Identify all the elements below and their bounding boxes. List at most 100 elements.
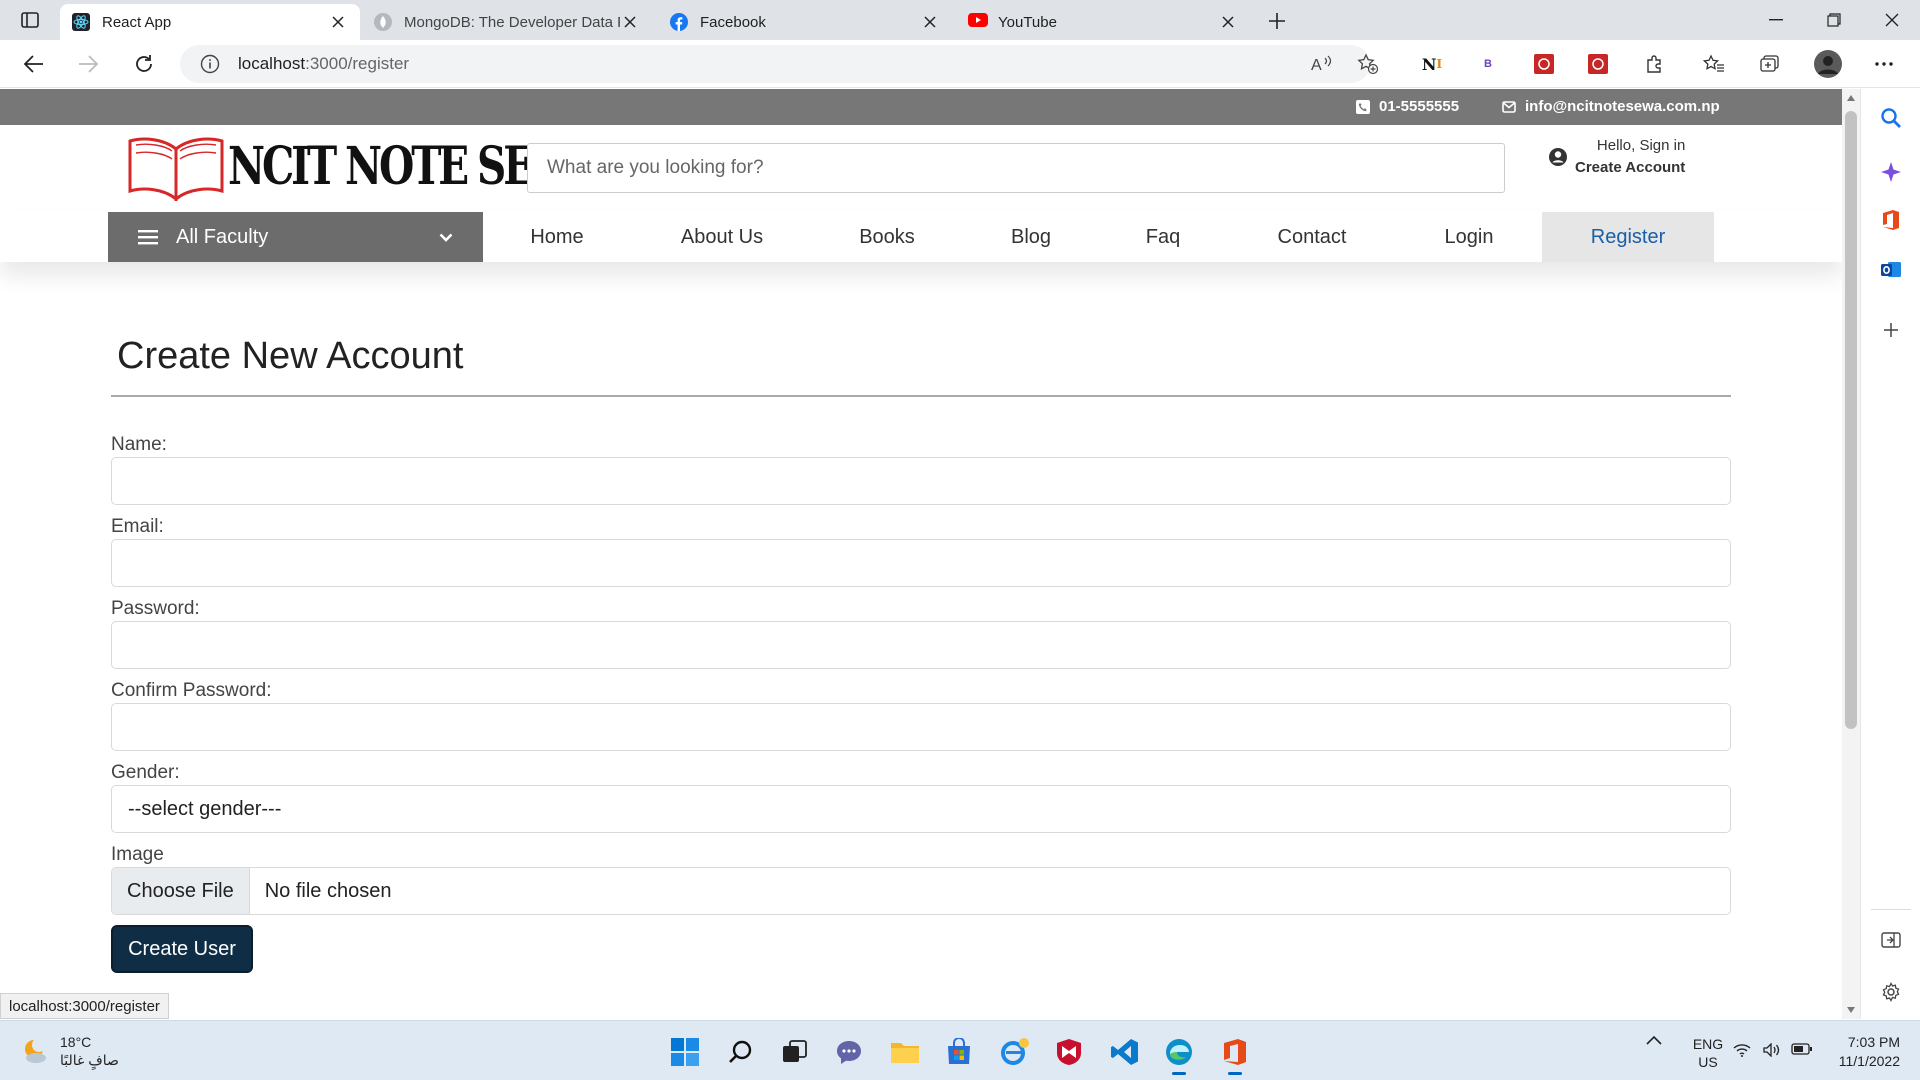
search-icon[interactable]	[1878, 105, 1904, 131]
sidebar-divider	[1871, 909, 1911, 910]
close-tab-icon[interactable]	[620, 12, 640, 32]
tab-react-app[interactable]: React App	[60, 4, 360, 40]
close-tab-icon[interactable]	[1218, 12, 1238, 32]
tab-title: React App	[102, 13, 172, 31]
vertical-scrollbar[interactable]	[1842, 89, 1860, 1019]
nav-login[interactable]: Login	[1418, 212, 1520, 262]
page-title: Create New Account	[117, 335, 464, 377]
read-aloud-icon[interactable]: A	[1310, 52, 1334, 76]
favorites-icon[interactable]	[1702, 52, 1726, 76]
address-bar[interactable]: localhost:3000/register A	[180, 45, 1379, 83]
file-explorer-icon[interactable]	[888, 1035, 922, 1069]
internet-explorer-icon[interactable]	[998, 1035, 1032, 1069]
mongodb-icon	[374, 13, 392, 31]
scroll-down-icon[interactable]	[1846, 1005, 1856, 1015]
region-code: US	[1698, 1054, 1718, 1070]
site-info-icon[interactable]	[200, 54, 224, 74]
taskbar-search-icon[interactable]	[724, 1035, 758, 1069]
nav-contact[interactable]: Contact	[1258, 212, 1366, 262]
profile-avatar[interactable]	[1814, 50, 1842, 78]
name-input[interactable]	[111, 457, 1731, 505]
sidebar-settings-icon[interactable]	[1878, 979, 1904, 1005]
register-form: Create New Account Name: Email: Password…	[111, 327, 1731, 973]
forward-icon[interactable]	[72, 48, 104, 80]
hamburger-icon	[138, 229, 158, 245]
extension-red-2-icon[interactable]	[1586, 52, 1610, 76]
nav-blog[interactable]: Blog	[985, 212, 1077, 262]
gender-label: Gender:	[111, 762, 180, 783]
nav-faq[interactable]: Faq	[1120, 212, 1206, 262]
settings-more-icon[interactable]	[1872, 52, 1896, 76]
contact-topbar: 01-5555555 info@ncitnotesewa.com.np	[0, 89, 1842, 125]
image-file-input[interactable]: Choose File No file chosen	[111, 867, 1731, 915]
nav-register[interactable]: Register	[1542, 212, 1714, 262]
teams-chat-icon[interactable]	[832, 1035, 866, 1069]
svg-text:A: A	[1311, 57, 1322, 74]
vscode-icon[interactable]	[1108, 1035, 1142, 1069]
add-favorite-icon[interactable]	[1356, 52, 1380, 76]
email-address: info@ncitnotesewa.com.np	[1525, 98, 1720, 115]
account-link[interactable]: Hello, Sign in Create Account	[1548, 135, 1685, 179]
bootstrap-extension-icon[interactable]: B	[1476, 52, 1500, 76]
new-tab-icon[interactable]	[1264, 8, 1290, 34]
tab-title: YouTube	[998, 13, 1057, 31]
wifi-icon[interactable]	[1730, 1043, 1754, 1057]
outlook-icon[interactable]	[1878, 257, 1904, 283]
close-window-icon[interactable]	[1864, 0, 1920, 40]
tab-youtube[interactable]: YouTube	[956, 4, 1250, 40]
system-clock[interactable]: 7:03 PM 11/1/2022	[1810, 1033, 1900, 1071]
scroll-up-icon[interactable]	[1846, 93, 1856, 103]
page-viewport: 01-5555555 info@ncitnotesewa.com.np NCIT…	[0, 89, 1842, 1019]
clock-date: 11/1/2022	[1838, 1053, 1900, 1069]
close-tab-icon[interactable]	[920, 12, 940, 32]
extensions-puzzle-icon[interactable]	[1642, 52, 1666, 76]
edge-sidebar	[1860, 89, 1920, 1019]
mcafee-icon[interactable]	[1052, 1035, 1086, 1069]
tab-mongodb[interactable]: MongoDB: The Developer Data P	[362, 4, 652, 40]
collections-icon[interactable]	[1758, 52, 1782, 76]
confirm-password-label: Confirm Password:	[111, 680, 272, 701]
nav-home[interactable]: Home	[500, 212, 614, 262]
hide-sidebar-icon[interactable]	[1878, 927, 1904, 953]
volume-icon[interactable]	[1760, 1043, 1784, 1057]
password-input[interactable]	[111, 621, 1731, 669]
minimize-icon[interactable]	[1748, 0, 1804, 40]
create-account-link[interactable]: Create Account	[1575, 157, 1685, 179]
restore-icon[interactable]	[1806, 0, 1862, 40]
tab-title: MongoDB: The Developer Data P	[404, 13, 620, 31]
tab-facebook[interactable]: Facebook	[658, 4, 952, 40]
browser-tab-strip: React App MongoDB: The Developer Data P …	[0, 0, 1920, 40]
extension-red-icon[interactable]	[1532, 52, 1556, 76]
microsoft-store-icon[interactable]	[942, 1035, 976, 1069]
email-input[interactable]	[111, 539, 1731, 587]
edge-browser-icon[interactable]	[1162, 1035, 1196, 1075]
show-hidden-icons-chevron-icon[interactable]	[1640, 1035, 1668, 1045]
copilot-sparkle-icon[interactable]	[1878, 159, 1904, 185]
tab-actions-icon[interactable]	[16, 8, 44, 32]
all-faculty-dropdown[interactable]: All Faculty	[108, 212, 483, 262]
task-view-icon[interactable]	[778, 1035, 812, 1069]
create-user-button[interactable]: Create User	[111, 925, 253, 973]
office-icon[interactable]	[1878, 207, 1904, 233]
scrollbar-thumb[interactable]	[1845, 111, 1857, 729]
back-icon[interactable]	[18, 48, 50, 80]
user-circle-icon	[1548, 147, 1568, 167]
ncit-extension-icon[interactable]: NI	[1420, 52, 1444, 76]
weather-widget[interactable]: 18°C صافٍ غالبًا	[20, 1033, 119, 1069]
close-tab-icon[interactable]	[328, 12, 348, 32]
gender-select[interactable]: --select gender---	[111, 785, 1731, 833]
windows-start-icon[interactable]	[668, 1035, 702, 1069]
add-sidebar-app-icon[interactable]	[1878, 317, 1904, 343]
refresh-icon[interactable]	[128, 48, 160, 80]
email-contact: info@ncitnotesewa.com.np	[1502, 98, 1720, 115]
confirm-password-input[interactable]	[111, 703, 1731, 751]
react-icon	[72, 13, 90, 31]
nav-about-us[interactable]: About Us	[660, 212, 784, 262]
gender-selected-value: --select gender---	[128, 797, 282, 820]
nav-books[interactable]: Books	[835, 212, 939, 262]
phone-number: 01-5555555	[1379, 98, 1460, 115]
choose-file-button[interactable]: Choose File	[112, 868, 250, 914]
search-input[interactable]	[527, 143, 1505, 193]
office-app-icon[interactable]	[1218, 1035, 1252, 1075]
language-indicator[interactable]: ENG US	[1680, 1035, 1736, 1071]
